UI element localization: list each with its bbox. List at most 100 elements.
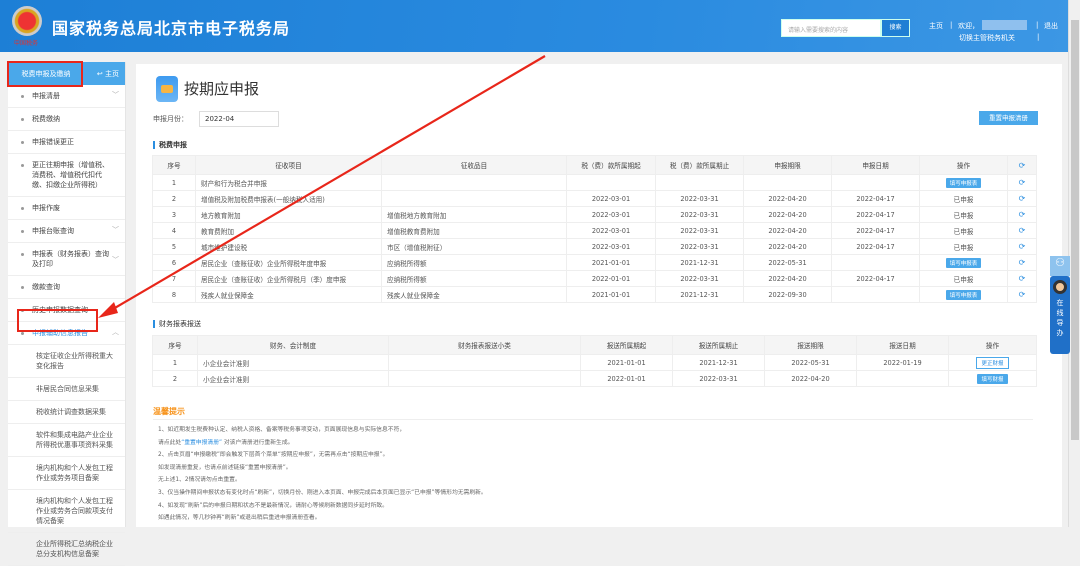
fill-form-button[interactable]: 填写申报表	[945, 257, 982, 268]
fill-report-button[interactable]: 填写财报	[977, 373, 1008, 384]
correct-report-button[interactable]: 更正财报	[976, 356, 1009, 369]
sidebar-item-report-print[interactable]: 申报表（财务报表）查询及打印 ﹀	[8, 243, 125, 276]
sidebar-subitem[interactable]: 企业所得税汇总纳税企业总分支机构信息备案	[8, 533, 125, 566]
table-cell: 填写申报表	[919, 174, 1008, 191]
separator: |	[950, 21, 953, 29]
cell-text: 已申报	[953, 275, 974, 284]
table-cell: 2022-04-20	[743, 190, 832, 207]
search-input[interactable]: 请输入需要搜索的内容	[781, 19, 881, 37]
sidebar-item-payment[interactable]: 税费缴纳	[8, 108, 125, 131]
cell-text: 已申报	[953, 227, 974, 236]
tip-text: 对该户清册进行重新生成。	[223, 439, 294, 446]
fill-form-button[interactable]: 填写申报表	[945, 177, 982, 188]
fill-form-button[interactable]: 填写申报表	[945, 289, 982, 300]
refresh-all-icon[interactable]: ⟳	[1007, 155, 1037, 175]
table-cell: 2022-03-01	[566, 238, 656, 255]
sidebar-subitem[interactable]: 税收统计调查数据采集	[8, 401, 125, 424]
refresh-icon[interactable]: ⟳	[1007, 286, 1037, 303]
column-header: 报送期限	[764, 335, 857, 355]
site-header: 中国税务 国家税务总局北京市电子税务局 请输入需要搜索的内容 搜索 主页 | 欢…	[0, 0, 1068, 52]
cell-text: 小企业会计准则	[203, 375, 250, 384]
tax-emblem-logo	[12, 6, 42, 36]
user-icon[interactable]: ⚇	[1050, 256, 1070, 276]
chevron-down-icon: ﹀	[112, 256, 119, 264]
table-cell: 2022-04-17	[831, 222, 920, 239]
cell-text: 市区（增值税附征）	[387, 243, 447, 252]
tip-line: 如发现清册重复，也请点前述链接“重置申报清册”。	[158, 464, 292, 471]
table-cell	[381, 174, 567, 191]
table-cell: 2022-04-20	[743, 270, 832, 287]
tips-text: 1、如近期发生税费种认定、纳税人资格、备案等税务事项变动，页面展现信息与实际信息…	[158, 424, 487, 525]
refresh-icon[interactable]: ⟳	[1007, 206, 1037, 223]
sidebar-subitem[interactable]: 境内机构和个人发包工程作业或劳务项目备案	[8, 457, 125, 490]
logout-link[interactable]: 退出	[1044, 21, 1058, 31]
cell-text: 教育费附加	[201, 227, 234, 236]
cell-text: 2022-01-01	[591, 274, 631, 283]
home-link[interactable]: 主页	[929, 21, 943, 31]
annotation-highlight-box	[7, 61, 83, 87]
reset-filing-list-link[interactable]: “重置申报清册”	[181, 440, 222, 446]
refresh-icon[interactable]: ⟳	[1007, 222, 1037, 239]
column-header: 税（费）款所属期止	[655, 155, 744, 175]
month-input[interactable]: 2022-04	[199, 111, 279, 127]
table-cell: 2022-03-31	[672, 370, 765, 387]
table-cell: 2021-01-01	[566, 286, 656, 303]
online-guide-widget[interactable]: ⚇ 在线导办	[1050, 256, 1070, 354]
table-cell: 2021-01-01	[566, 254, 656, 271]
table-cell: 2	[152, 370, 198, 387]
table-cell: 2022-04-20	[743, 206, 832, 223]
cell-text: 已申报	[953, 211, 974, 220]
table-cell	[743, 174, 832, 191]
table-cell	[831, 254, 920, 271]
column-header: 申报日期	[831, 155, 920, 175]
column-header: 报送日期	[856, 335, 949, 355]
sidebar-subitem[interactable]: 非居民合同信息采集	[8, 378, 125, 401]
table-cell: 2022-04-17	[831, 206, 920, 223]
column-header: 财务、会计制度	[197, 335, 389, 355]
search-button[interactable]: 搜索	[881, 19, 910, 37]
cell-text: 2	[172, 374, 178, 383]
sidebar-home-link[interactable]: ↩ 主页	[84, 69, 125, 79]
cell-text: 2022-03-31	[680, 242, 719, 251]
table-cell: 已申报	[919, 190, 1008, 207]
cell-text: 2022-04-17	[856, 210, 895, 219]
refresh-icon[interactable]: ⟳	[1007, 190, 1037, 207]
refresh-icon[interactable]: ⟳	[1007, 174, 1037, 191]
table-cell: 2022-03-01	[566, 222, 656, 239]
refresh-icon[interactable]: ⟳	[1007, 254, 1037, 271]
refresh-icon[interactable]: ⟳	[1007, 238, 1037, 255]
tax-filing-table: 序号 征收项目 征收品目 税（费）款所属期起 税（费）款所属期止 申报期限 申报日期 操作 ⟳ 1…	[152, 155, 1037, 303]
cell-text: 已申报	[953, 195, 974, 204]
table-cell: 5	[152, 238, 196, 255]
label: 税费缴纳	[32, 115, 60, 123]
table-row: 3 地方教育附加 增值税地方教育附加 2022-03-01 2022-03-31 2022…	[152, 206, 1037, 223]
cell-text: 应纳税所得额	[387, 259, 427, 268]
cell-text: 城市维护建设税	[201, 243, 248, 252]
table-cell: 已申报	[919, 222, 1008, 239]
column-header: 报送所属期止	[672, 335, 765, 355]
sidebar-item-ledger[interactable]: 申报台账查询 ﹀	[8, 220, 125, 243]
cell-text: 残疾人就业保障金	[387, 291, 440, 300]
sidebar-item-void[interactable]: 申报作废	[8, 197, 125, 220]
scrollbar-thumb[interactable]	[1071, 20, 1079, 440]
switch-office-link[interactable]: 切换主管税务机关	[959, 33, 1015, 43]
table-cell: 1	[152, 354, 198, 371]
sidebar-item-filing-list[interactable]: 申报清册 ﹀	[8, 85, 125, 108]
cell-text: 2022-04-17	[856, 242, 895, 251]
reset-filing-list-button[interactable]: 重置申报清册	[979, 111, 1038, 125]
refresh-icon[interactable]: ⟳	[1007, 270, 1037, 287]
cell-text: 4	[171, 226, 177, 235]
label: 缴款查询	[32, 283, 60, 291]
table-cell: 2022-03-31	[655, 238, 744, 255]
cell-text: 2022-03-31	[680, 226, 719, 235]
cell-text: 2022-04-17	[856, 194, 895, 203]
table-cell	[856, 370, 949, 387]
sidebar-subitem[interactable]: 核定征收企业所得税重大变化报告	[8, 345, 125, 378]
sidebar-subitem[interactable]: 软件和集成电路产业企业所得税优惠事项资料采集	[8, 424, 125, 457]
sidebar-item-error-correction[interactable]: 申报错误更正	[8, 131, 125, 154]
sidebar-item-past-correction[interactable]: 更正往期申报（增值税、消费税、增值税代扣代缴、扣缴企业所得税）	[8, 154, 125, 197]
sidebar-item-payment-query[interactable]: 缴款查询	[8, 276, 125, 299]
table-cell: 增值税教育费附加	[381, 222, 567, 239]
table-cell: 填写财报	[948, 370, 1037, 387]
cell-text: 2021-12-31	[680, 290, 719, 299]
